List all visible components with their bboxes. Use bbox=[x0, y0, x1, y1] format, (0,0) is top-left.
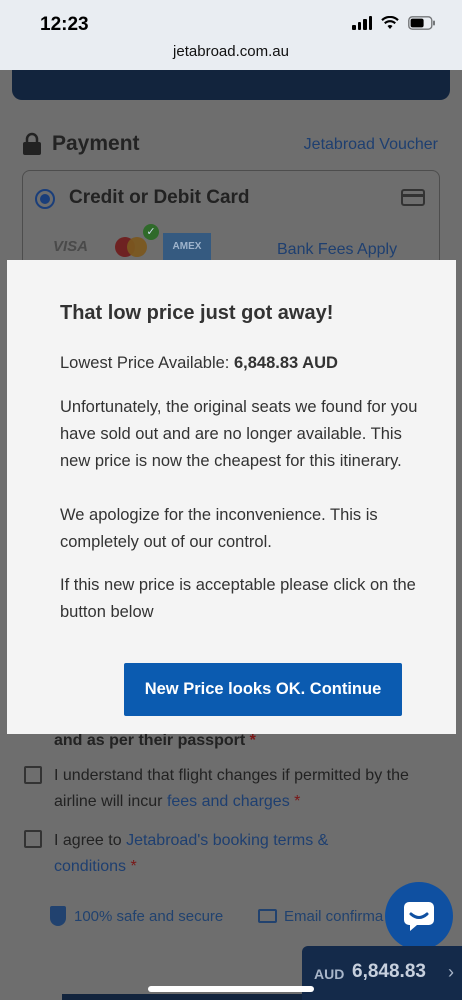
page-header-strip bbox=[12, 70, 450, 100]
cellular-signal-icon bbox=[352, 16, 372, 30]
flight-changes-checkbox[interactable] bbox=[24, 766, 42, 784]
terms-checkbox[interactable] bbox=[24, 830, 42, 848]
battery-icon bbox=[408, 16, 435, 30]
price-amount: 6,848.83 bbox=[352, 961, 426, 982]
card-option-label: Credit or Debit Card bbox=[69, 187, 250, 208]
status-bar: 12:23 jetabroad.com.au bbox=[0, 0, 462, 70]
email-icon bbox=[258, 909, 277, 923]
price-currency: AUD bbox=[314, 966, 345, 982]
chevron-right-icon: › bbox=[448, 962, 454, 982]
terms-text: I agree to Jetabroad's booking terms & c… bbox=[54, 828, 374, 880]
address-bar-url[interactable]: jetabroad.com.au bbox=[0, 43, 462, 60]
continue-button[interactable]: New Price looks OK. Continue bbox=[124, 663, 402, 716]
dialog-title: That low price just got away! bbox=[60, 302, 334, 324]
required-mark: * bbox=[130, 858, 137, 875]
flight-changes-text: I understand that flight changes if perm… bbox=[54, 763, 444, 815]
price-change-dialog: That low price just got away! Lowest Pri… bbox=[7, 260, 456, 734]
required-mark: * bbox=[294, 793, 301, 810]
bank-fees-link[interactable]: Bank Fees Apply bbox=[277, 241, 397, 259]
passport-note-text: and as per their passport bbox=[54, 732, 246, 749]
fees-charges-link[interactable]: fees and charges bbox=[167, 793, 290, 810]
wifi-icon bbox=[381, 16, 399, 29]
bottom-button-strip bbox=[62, 994, 302, 1000]
voucher-link[interactable]: Jetabroad Voucher bbox=[304, 136, 438, 154]
lowest-price-value: 6,848.83 AUD bbox=[233, 354, 338, 372]
chat-button[interactable] bbox=[385, 882, 453, 950]
home-indicator bbox=[148, 986, 314, 992]
mastercard-logo bbox=[115, 237, 147, 259]
credit-card-option[interactable]: Credit or Debit Card VISA ✓ AMEX Bank Fe… bbox=[22, 170, 440, 270]
visa-logo: VISA bbox=[53, 238, 89, 255]
lowest-price-line: Lowest Price Available: 6,848.83 AUD bbox=[60, 354, 338, 373]
card-radio[interactable] bbox=[35, 189, 55, 209]
safe-secure-label: 100% safe and secure bbox=[74, 908, 224, 925]
dialog-paragraph-sold-out: Unfortunately, the original seats we fou… bbox=[60, 398, 418, 470]
chat-bubble-icon bbox=[404, 902, 434, 931]
status-icons bbox=[352, 16, 436, 30]
shield-icon bbox=[50, 906, 66, 926]
check-icon: ✓ bbox=[143, 224, 159, 240]
price-summary-bar[interactable]: AUD 6,848.83 › bbox=[302, 946, 462, 1000]
dialog-paragraph-apology: We apologize for the inconvenience. This… bbox=[60, 506, 378, 551]
lock-icon bbox=[23, 132, 41, 155]
amex-logo: AMEX bbox=[163, 233, 211, 261]
lowest-price-label: Lowest Price Available: bbox=[60, 354, 230, 372]
email-confirmation-label: Email confirma bbox=[284, 908, 384, 925]
payment-heading: Payment bbox=[52, 132, 140, 155]
terms-label: I agree to bbox=[54, 832, 122, 849]
clock: 12:23 bbox=[40, 14, 89, 35]
dialog-paragraph-instruction: If this new price is acceptable please c… bbox=[60, 576, 416, 621]
required-mark: * bbox=[249, 732, 256, 749]
credit-card-icon bbox=[401, 189, 425, 206]
